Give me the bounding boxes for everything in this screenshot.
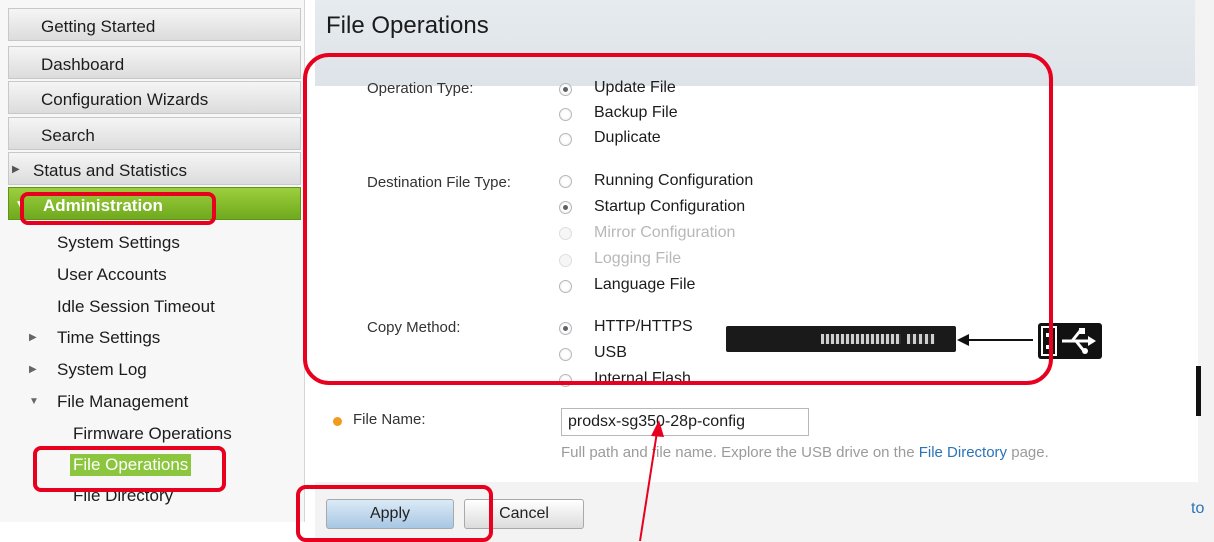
nav-label: Configuration Wizards [41, 90, 209, 109]
required-indicator-icon [333, 417, 342, 426]
nav-label: File Management [57, 392, 189, 411]
nav-label: Search [41, 126, 95, 145]
nav-label: System Log [57, 360, 147, 379]
nav-dashboard[interactable]: Dashboard [8, 46, 301, 79]
page: Getting Started Dashboard Configuration … [0, 0, 1214, 542]
edge-graphic [1196, 366, 1201, 416]
nav-file-management[interactable]: ▼ File Management [29, 392, 189, 412]
nav-getting-started[interactable]: Getting Started [8, 8, 301, 41]
nav-idle-session-timeout[interactable]: Idle Session Timeout [57, 297, 215, 317]
annotation-box [296, 485, 493, 542]
nav-firmware-operations[interactable]: Firmware Operations [73, 424, 232, 444]
nav-search[interactable]: Search [8, 117, 301, 150]
nav-label: Status and Statistics [33, 161, 188, 180]
annotation-arrow-icon [639, 420, 664, 542]
hint-text: Full path and file name. Explore the USB… [561, 444, 919, 461]
expand-triangle-icon: ▶ [29, 332, 37, 343]
page-title: File Operations [326, 12, 489, 39]
nav-time-settings[interactable]: ▶ Time Settings [29, 328, 161, 348]
edge-text: to [1191, 500, 1205, 517]
nav-status-and-statistics[interactable]: ▶ Status and Statistics [8, 152, 301, 185]
nav-system-log[interactable]: ▶ System Log [29, 360, 147, 380]
nav-configuration-wizards[interactable]: Configuration Wizards [8, 81, 301, 114]
sidebar: Getting Started Dashboard Configuration … [0, 0, 305, 522]
file-name-input[interactable] [561, 408, 809, 436]
file-name-label: File Name: [353, 411, 426, 428]
collapse-triangle-icon: ▼ [29, 396, 39, 407]
file-directory-link[interactable]: File Directory [919, 444, 1007, 461]
nav-label: Dashboard [41, 55, 125, 74]
nav-system-settings[interactable]: System Settings [57, 233, 180, 253]
annotation-box [20, 192, 216, 225]
nav-user-accounts[interactable]: User Accounts [57, 265, 167, 285]
nav-label: Getting Started [41, 17, 156, 36]
annotation-box [33, 446, 226, 492]
expand-triangle-icon: ▶ [12, 164, 20, 175]
hint-text: page. [1007, 444, 1049, 461]
nav-label: Time Settings [57, 328, 161, 347]
annotation-box [303, 53, 1053, 385]
expand-triangle-icon: ▶ [29, 364, 37, 375]
